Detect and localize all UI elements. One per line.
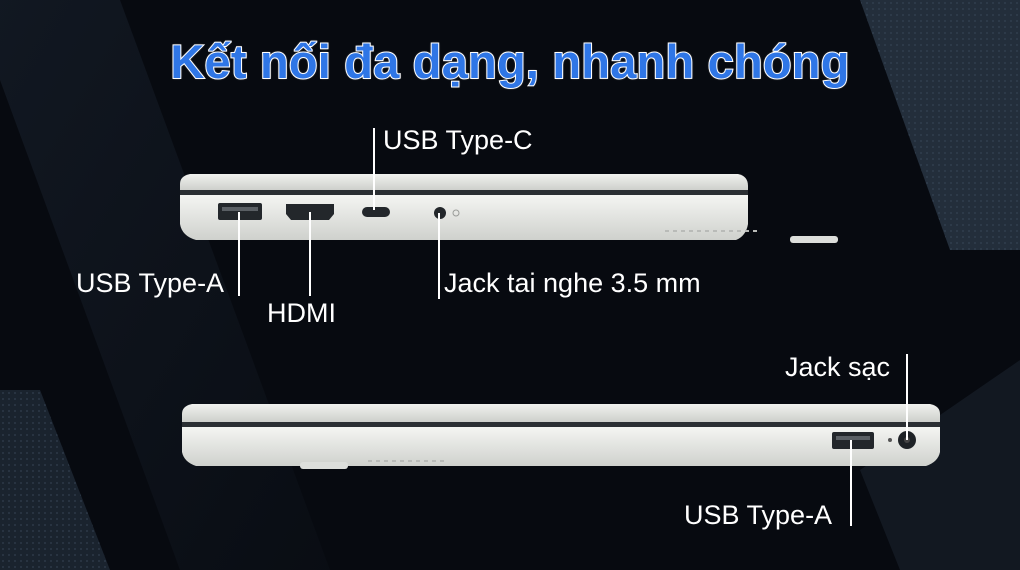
- laptop-base-2: [182, 427, 940, 466]
- laptop-foot: [790, 236, 838, 243]
- laptop-foot-2: [300, 462, 348, 469]
- audio-jack-port: [434, 207, 446, 219]
- leader-charging-jack: [906, 354, 908, 440]
- label-usb-type-a-left: USB Type-A: [76, 268, 225, 298]
- usb-c-port: [362, 207, 390, 217]
- leader-usb-a-left: [238, 212, 240, 296]
- label-audio-jack: Jack tai nghe 3.5 mm: [444, 268, 701, 298]
- laptop-lid-2: [182, 404, 940, 424]
- laptop-right-side-view: [182, 404, 940, 469]
- usb-a-port-right: [832, 432, 874, 449]
- laptop-left-side-view: [180, 174, 838, 243]
- leader-usb-a-right: [850, 440, 852, 526]
- laptop-lid: [180, 174, 748, 192]
- laptop-seam: [180, 190, 748, 195]
- label-hdmi: HDMI: [267, 298, 336, 328]
- usb-a-port-left: [218, 203, 262, 220]
- leader-usb-c: [373, 128, 375, 210]
- leader-hdmi: [309, 212, 311, 296]
- laptop-base: [180, 195, 748, 240]
- laptop-seam-2: [182, 422, 940, 427]
- label-charging-jack: Jack sạc: [785, 352, 891, 382]
- label-usb-type-c: USB Type-C: [383, 125, 533, 155]
- leader-audio-jack: [438, 213, 440, 299]
- label-usb-type-a-right: USB Type-A: [684, 500, 833, 530]
